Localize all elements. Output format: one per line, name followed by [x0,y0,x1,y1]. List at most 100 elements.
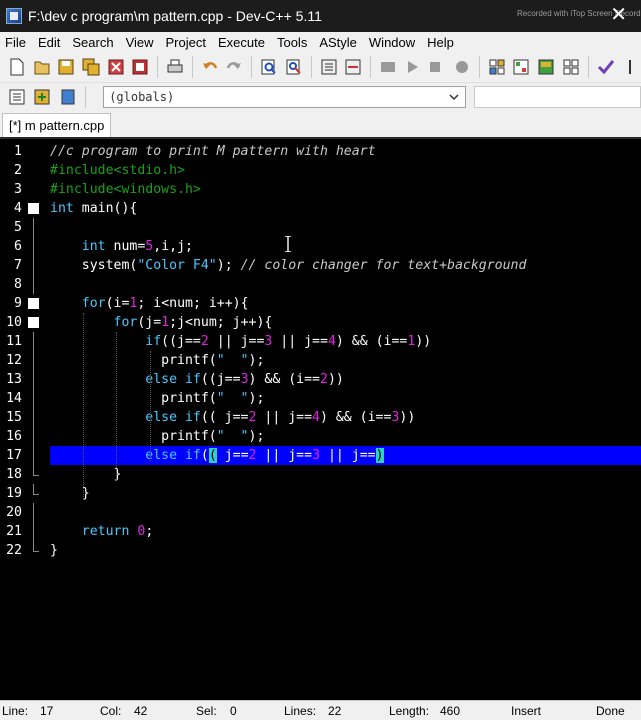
tab-m-pattern[interactable]: [*] m pattern.cpp [2,113,112,137]
code-line[interactable]: 11 if((j==2 || j==3 || j==4) && (i==1)) [0,332,641,351]
status-length-value: 460 [440,703,461,718]
status-bar: Line: 17 Col: 42 Sel: 0 Lines: 22 Length… [0,700,641,720]
code-text: else if(( j==2 || j==3 || j==) [50,446,641,465]
fold-guide [33,446,34,465]
code-token: system( [50,258,138,273]
menu-edit[interactable]: Edit [32,35,66,50]
code-line[interactable]: 9 for(i=1; i<num; i++){ [0,294,641,313]
code-line[interactable]: 3 #include<windows.h> [0,180,641,199]
status-sel-label: Sel: [196,703,217,718]
line-number: 3 [14,182,22,197]
code-line[interactable]: 13 else if((j==3) && (i==2)) [0,370,641,389]
line-number: 8 [14,277,22,292]
print-icon[interactable] [164,56,186,78]
code-line[interactable]: 2 #include<stdio.h> [0,161,641,180]
indent-icon[interactable] [318,56,340,78]
menu-view[interactable]: View [120,35,160,50]
code-line[interactable]: 5 [0,218,641,237]
code-text: #include<windows.h> [50,180,201,199]
save-all-icon[interactable] [80,56,102,78]
run-icon[interactable] [402,56,424,78]
code-line[interactable]: 8 [0,275,641,294]
line-number: 12 [6,353,22,368]
code-line[interactable]: 20 [0,503,641,522]
code-token: ( [200,448,209,463]
code-token: 2 [319,372,328,387]
line-number: 10 [6,315,22,330]
code-token: || j== [320,448,376,463]
project-options-icon[interactable] [535,56,557,78]
scope-select[interactable]: (globals) [103,85,466,108]
code-token: if [145,334,162,349]
toolbar-separator [85,85,87,108]
code-token: int [81,239,106,254]
replace-icon[interactable] [283,56,305,78]
code-line[interactable]: 17 else if(( j==2 || j==3 || j==) [0,446,641,465]
menu-help[interactable]: Help [421,35,460,50]
code-editor[interactable]: 1 //c program to print M pattern with hea… [0,137,641,694]
class-browser-icon[interactable] [511,56,533,78]
windows-grid-icon[interactable] [560,56,582,78]
fold-toggle-icon[interactable] [28,298,39,309]
more-icon[interactable] [619,56,641,78]
menu-execute[interactable]: Execute [212,35,271,50]
code-line[interactable]: 14 printf(" "); [0,389,641,408]
line-number: 22 [6,543,22,558]
fold-end-marker [33,475,39,476]
check-syntax-icon[interactable] [595,56,617,78]
code-line[interactable]: 7 system("Color F4"); // color changer f… [0,256,641,275]
code-line[interactable]: 18 } [0,465,641,484]
code-line[interactable]: 12 printf(" "); [0,351,641,370]
code-line[interactable]: 10 for(j=1;j<num; j++){ [0,313,641,332]
menu-search[interactable]: Search [66,35,119,50]
code-line[interactable]: 22} [0,541,641,560]
compile-icon[interactable] [377,56,399,78]
code-line[interactable]: 6 int num=5,i,j; [0,237,641,256]
function-select[interactable] [473,85,641,108]
code-token: (( j== [200,410,249,425]
fold-toggle-icon[interactable] [28,203,39,214]
status-lines-label: Lines: [284,703,317,718]
code-token: // color changer for text+background [240,258,527,273]
line-number: 20 [6,505,22,520]
code-token: #include<windows.h> [50,182,201,197]
menu-astyle[interactable]: AStyle [313,35,363,50]
redo-icon[interactable] [224,56,246,78]
code-token: } [50,543,58,558]
code-line[interactable]: 16 printf(" "); [0,427,641,446]
code-line[interactable]: 1 //c program to print M pattern with hea… [0,142,641,161]
menu-file[interactable]: File [0,35,32,50]
menu-tools[interactable]: Tools [271,35,313,50]
code-token: ); [248,429,265,444]
menu-project[interactable]: Project [160,35,212,50]
bookmark-icon[interactable] [57,86,78,108]
fold-toggle-icon[interactable] [28,317,39,328]
insert-icon[interactable] [31,86,52,108]
code-token: ) [375,448,384,463]
close-file-icon[interactable] [105,56,127,78]
layout-grid-icon[interactable] [486,56,508,78]
compile-run-icon[interactable] [426,56,448,78]
rebuild-icon[interactable] [451,56,473,78]
code-token: printf( [50,429,217,444]
unindent-icon[interactable] [342,56,364,78]
close-icon[interactable]: ✕ [610,4,627,26]
code-line[interactable]: 15 else if(( j==2 || j==4) && (i==3)) [0,408,641,427]
devcpp-app-icon [6,8,22,24]
code-line[interactable]: 21 return 0; [0,522,641,541]
code-line[interactable]: 19 } [0,484,641,503]
menu-window[interactable]: Window [363,35,421,50]
find-icon[interactable] [258,56,280,78]
new-file-icon[interactable] [6,56,28,78]
code-token: ) && (i== [335,334,408,349]
code-token: || j== [272,334,328,349]
code-token: "Color F4" [137,258,217,273]
open-file-icon[interactable] [31,56,53,78]
save-icon[interactable] [55,56,77,78]
line-number: 18 [6,467,22,482]
close-all-icon[interactable] [130,56,152,78]
code-line[interactable]: 4 int main(){ [0,199,641,218]
goto-line-icon[interactable] [6,86,27,108]
undo-icon[interactable] [199,56,221,78]
